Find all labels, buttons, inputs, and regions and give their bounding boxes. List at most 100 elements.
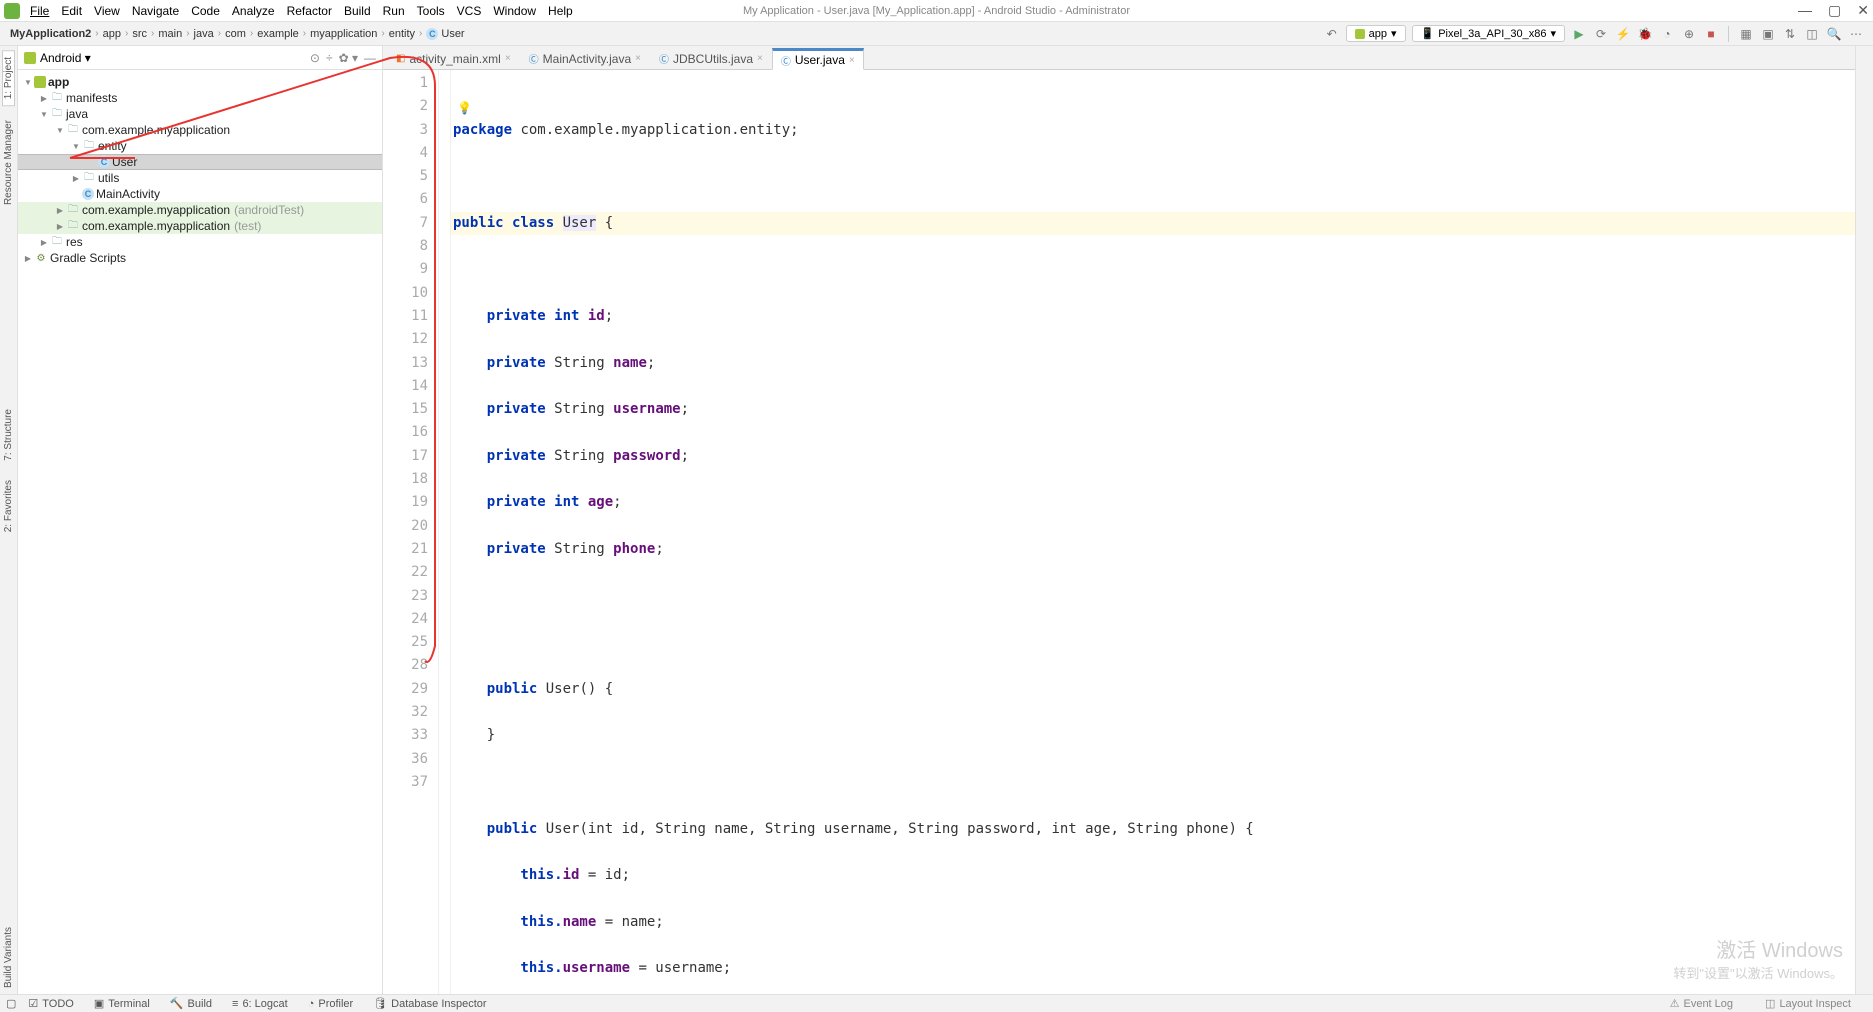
menu-help[interactable]: Help (542, 4, 579, 18)
tree-node-res[interactable]: ▶🗀res (18, 234, 382, 250)
project-header: Android ▾ ⊙ ÷ ✿ ▾ — (18, 46, 382, 70)
close-icon[interactable]: × (505, 53, 511, 64)
tree-node-user[interactable]: CUser (18, 154, 382, 170)
crumb-root[interactable]: MyApplication2 (6, 28, 95, 40)
editor-area: ◧activity_main.xml× ⒸMainActivity.java× … (383, 46, 1855, 994)
code-content[interactable]: 💡 package com.example.myapplication.enti… (451, 70, 1855, 994)
menu-build[interactable]: Build (338, 4, 377, 18)
collapse-icon[interactable]: ÷ (326, 51, 333, 65)
menu-navigate[interactable]: Navigate (126, 4, 185, 18)
sdk-icon[interactable]: ▣ (1760, 26, 1776, 42)
code-area[interactable]: 1234567891011121314151617181920212223242… (383, 70, 1855, 994)
menu-window[interactable]: Window (487, 4, 542, 18)
sync-icon[interactable]: ⇅ (1782, 26, 1798, 42)
window-controls: — ▢ ✕ (1798, 2, 1869, 19)
status-profiler[interactable]: ◔ Profiler (304, 998, 358, 1010)
tree-node-package[interactable]: ▼🗀com.example.myapplication (18, 122, 382, 138)
close-icon[interactable]: ✕ (1857, 2, 1869, 19)
crumb-entity[interactable]: entity (385, 28, 419, 40)
android-icon (24, 52, 36, 64)
tab-activity-main[interactable]: ◧activity_main.xml× (387, 47, 520, 69)
menu-code[interactable]: Code (185, 4, 226, 18)
crumb-app[interactable]: app (99, 28, 125, 40)
status-bar: ▢ ☑ TODO ▣ Terminal 🔨 Build ≡ 6: Logcat … (0, 994, 1873, 1012)
tree-node-utils[interactable]: ▶🗀utils (18, 170, 382, 186)
tab-resource-manager[interactable]: Resource Manager (3, 114, 14, 211)
crumb-example[interactable]: example (253, 28, 303, 40)
hide-icon[interactable]: — (364, 51, 376, 65)
tab-mainactivity[interactable]: ⒸMainActivity.java× (520, 47, 650, 69)
search-icon[interactable]: 🔍 (1826, 26, 1842, 42)
project-panel: Android ▾ ⊙ ÷ ✿ ▾ — ▼app ▶🗀manifests ▼🗀j… (18, 46, 383, 994)
settings-icon[interactable]: ✿ ▾ (339, 51, 358, 65)
nav-bar: MyApplication2› app› src› main› java› co… (0, 22, 1873, 46)
more-icon[interactable]: ⋯ (1848, 26, 1864, 42)
status-logcat[interactable]: ≡ 6: Logcat (228, 998, 292, 1010)
tree-node-pkg-androidtest[interactable]: ▶🗀com.example.myapplication(androidTest) (18, 202, 382, 218)
tree-node-java[interactable]: ▼🗀java (18, 106, 382, 122)
tab-user[interactable]: ⒸUser.java× (772, 48, 864, 70)
status-eventlog[interactable]: ⚠ Event Log (1666, 997, 1737, 1010)
tab-build-variants[interactable]: Build Variants (3, 921, 14, 994)
tree-node-manifests[interactable]: ▶🗀manifests (18, 90, 382, 106)
status-terminal[interactable]: ▣ Terminal (90, 997, 154, 1010)
avd-icon[interactable]: ▦ (1738, 26, 1754, 42)
tool-window-toggle-icon[interactable]: ▢ (6, 997, 16, 1010)
tab-project[interactable]: 1: Project (2, 50, 15, 106)
menu-view[interactable]: View (88, 4, 126, 18)
crumb-src[interactable]: src (128, 28, 151, 40)
attach-debugger-icon[interactable]: ⊕ (1681, 26, 1697, 42)
layout-insp-icon[interactable]: ◫ (1804, 26, 1820, 42)
tab-favorites[interactable]: 2: Favorites (3, 474, 14, 538)
tree-node-app[interactable]: ▼app (18, 74, 382, 90)
menu-bar: File Edit View Navigate Code Analyze Ref… (0, 0, 1873, 22)
crumb-java[interactable]: java (190, 28, 218, 40)
menu-refactor[interactable]: Refactor (281, 4, 338, 18)
menu-edit[interactable]: Edit (55, 4, 88, 18)
close-icon[interactable]: × (635, 53, 641, 64)
device-dropdown[interactable]: 📱Pixel_3a_API_30_x86 ▾ (1412, 25, 1565, 42)
crumb-user[interactable]: CUser (422, 28, 468, 40)
fold-gutter[interactable] (439, 70, 451, 994)
project-tree[interactable]: ▼app ▶🗀manifests ▼🗀java ▼🗀com.example.my… (18, 70, 382, 994)
run-config-dropdown[interactable]: app ▾ (1346, 25, 1406, 42)
line-gutter: 1234567891011121314151617181920212223242… (383, 70, 439, 994)
tab-jdbcutils[interactable]: ⒸJDBCUtils.java× (650, 47, 772, 69)
lightbulb-icon[interactable]: 💡 (457, 97, 472, 120)
debug-icon[interactable]: 🐞 (1637, 26, 1653, 42)
menu-tools[interactable]: Tools (411, 4, 451, 18)
left-tool-rail: 1: Project Resource Manager 7: Structure… (0, 46, 18, 994)
menu-vcs[interactable]: VCS (451, 4, 488, 18)
crumb-main[interactable]: main (154, 28, 186, 40)
menu-file[interactable]: File (24, 4, 55, 18)
target-icon[interactable]: ⊙ (310, 51, 320, 65)
apply-changes-icon[interactable]: ⟳ (1593, 26, 1609, 42)
apply-code-icon[interactable]: ⚡ (1615, 26, 1631, 42)
menu-analyze[interactable]: Analyze (226, 4, 281, 18)
tree-node-gradle[interactable]: ▶⚙Gradle Scripts (18, 250, 382, 266)
crumb-com[interactable]: com (221, 28, 250, 40)
profile-icon[interactable]: ◔ (1659, 26, 1675, 42)
tree-node-pkg-test[interactable]: ▶🗀com.example.myapplication(test) (18, 218, 382, 234)
tree-node-mainactivity[interactable]: CMainActivity (18, 186, 382, 202)
close-icon[interactable]: × (757, 53, 763, 64)
tree-node-entity[interactable]: ▼🗀entity (18, 138, 382, 154)
stop-icon[interactable]: ■ (1703, 26, 1719, 42)
tab-structure[interactable]: 7: Structure (3, 403, 14, 467)
maximize-icon[interactable]: ▢ (1828, 2, 1841, 19)
status-dbinspector[interactable]: 🛢 Database Inspector (369, 997, 490, 1010)
editor-tabs: ◧activity_main.xml× ⒸMainActivity.java× … (383, 46, 1855, 70)
crumb-pkg[interactable]: myapplication (306, 28, 381, 40)
menu-run[interactable]: Run (377, 4, 411, 18)
run-icon[interactable]: ▶ (1571, 26, 1587, 42)
close-icon[interactable]: × (849, 55, 855, 66)
status-todo[interactable]: ☑ TODO (24, 997, 77, 1010)
project-mode-dropdown[interactable]: Android ▾ (40, 51, 91, 65)
app-logo (4, 3, 20, 19)
minimize-icon[interactable]: — (1798, 2, 1812, 19)
window-title: My Application - User.java [My_Applicati… (743, 5, 1130, 17)
status-layoutinspect[interactable]: ◫ Layout Inspect (1761, 997, 1855, 1010)
status-build[interactable]: 🔨 Build (166, 997, 216, 1010)
right-tool-rail (1855, 46, 1873, 994)
back-icon[interactable]: ↶ (1324, 26, 1340, 42)
